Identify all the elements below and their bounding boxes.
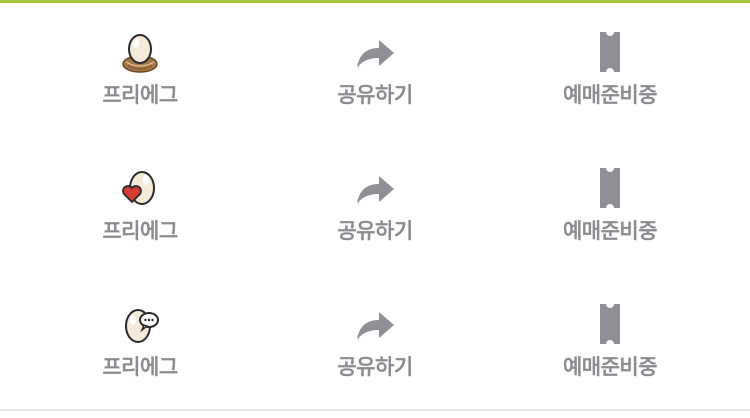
bottom-divider <box>0 409 750 411</box>
free-egg-button[interactable]: 프리에그 <box>20 164 260 264</box>
free-egg-label: 프리에그 <box>102 83 178 107</box>
ticket-icon <box>586 164 634 212</box>
share-button[interactable]: 공유하기 <box>255 28 495 128</box>
free-egg-label: 프리에그 <box>102 219 178 243</box>
ticket-preparing-button[interactable]: 예매준비중 <box>490 164 730 264</box>
ticket-preparing-button[interactable]: 예매준비중 <box>490 28 730 128</box>
ticket-preparing-label: 예매준비중 <box>562 219 658 243</box>
share-arrow-icon <box>351 300 399 348</box>
action-row: 프리에그 공유하기 예매준비중 <box>0 300 750 400</box>
action-row: 프리에그 공유하기 예매준비중 <box>0 164 750 264</box>
egg-heart-icon <box>116 164 164 212</box>
top-accent-line <box>0 0 750 3</box>
share-button[interactable]: 공유하기 <box>255 164 495 264</box>
free-egg-button[interactable]: 프리에그 <box>20 300 260 400</box>
share-arrow-icon <box>351 28 399 76</box>
action-row: 프리에그 공유하기 예매준비중 <box>0 28 750 128</box>
ticket-preparing-label: 예매준비중 <box>562 83 658 107</box>
share-label: 공유하기 <box>337 83 413 107</box>
ticket-icon <box>586 300 634 348</box>
free-egg-button[interactable]: 프리에그 <box>20 28 260 128</box>
ticket-icon <box>586 28 634 76</box>
share-label: 공유하기 <box>337 355 413 379</box>
free-egg-label: 프리에그 <box>102 355 178 379</box>
share-arrow-icon <box>351 164 399 212</box>
ticket-preparing-label: 예매준비중 <box>562 355 658 379</box>
share-label: 공유하기 <box>337 219 413 243</box>
egg-nest-icon <box>116 28 164 76</box>
ticket-preparing-button[interactable]: 예매준비중 <box>490 300 730 400</box>
egg-speech-bubble-icon <box>116 300 164 348</box>
share-button[interactable]: 공유하기 <box>255 300 495 400</box>
